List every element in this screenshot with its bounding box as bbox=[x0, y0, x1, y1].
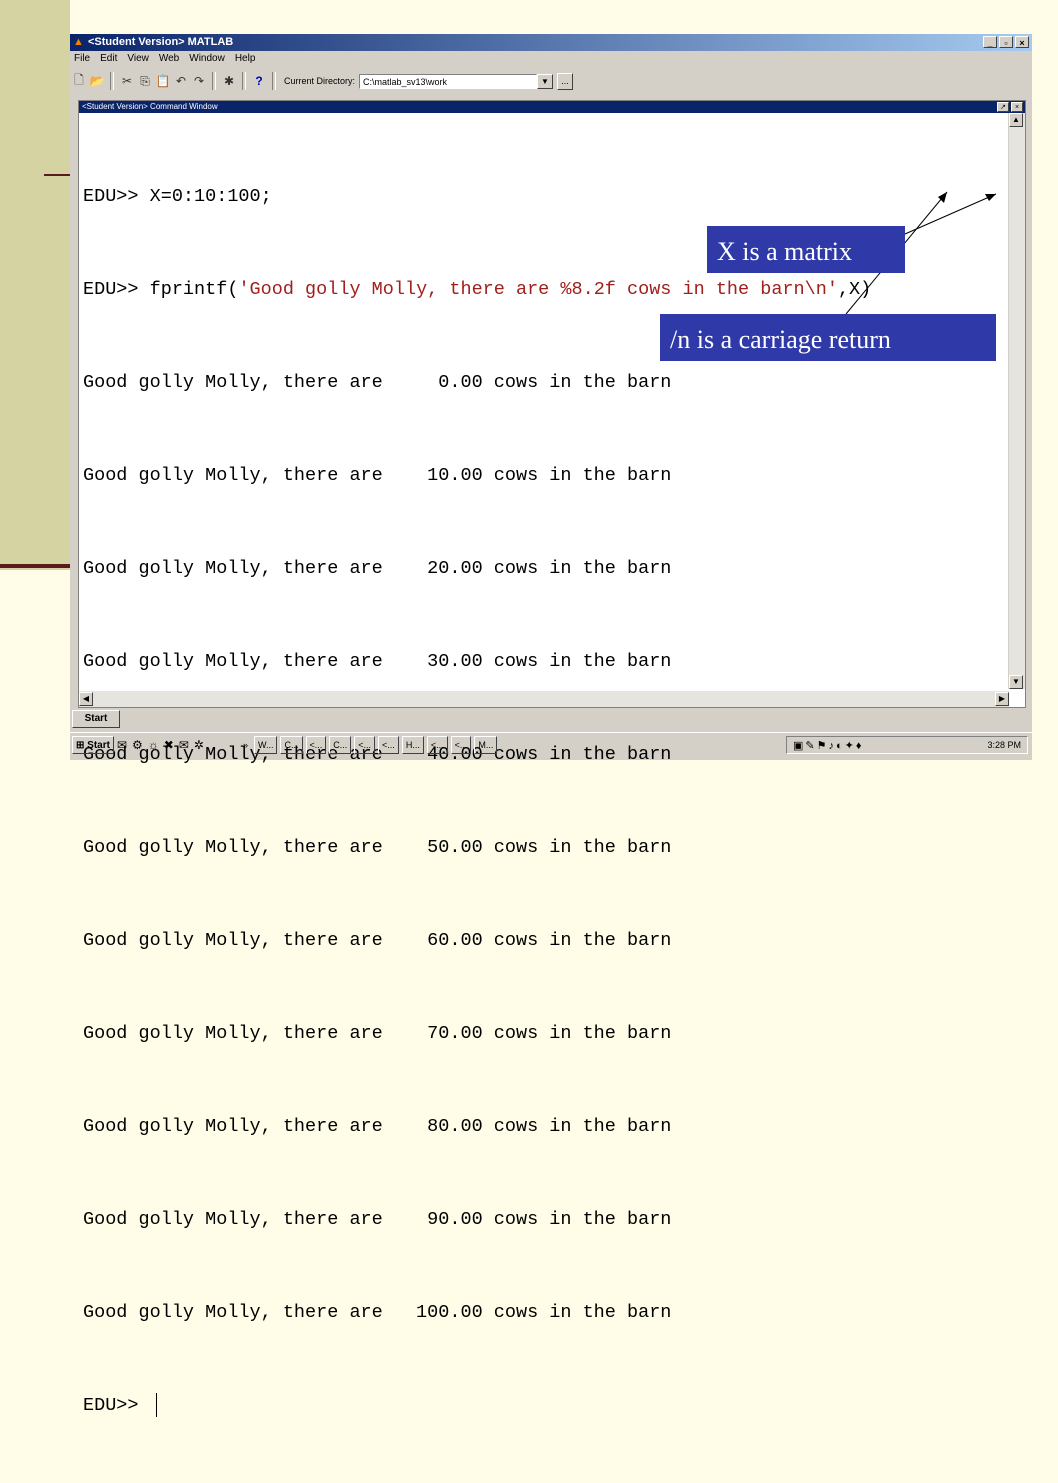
taskbar-item[interactable]: W... bbox=[253, 736, 278, 754]
scroll-down-icon[interactable]: ▼ bbox=[1009, 675, 1023, 689]
toolbar-separator bbox=[110, 72, 114, 90]
decoration-line-bottom bbox=[0, 564, 70, 568]
title-bar: ▲ <Student Version> MATLAB _ ▫ × bbox=[70, 34, 1032, 51]
open-folder-icon[interactable]: 📂 bbox=[88, 72, 106, 90]
menu-window[interactable]: Window bbox=[185, 51, 231, 67]
current-directory-label: Current Directory: bbox=[284, 76, 356, 86]
help-icon[interactable]: ? bbox=[250, 72, 268, 90]
slide-decoration-bar bbox=[0, 0, 70, 570]
toolbar-separator bbox=[272, 72, 276, 90]
new-file-icon[interactable]: 🗋 bbox=[70, 72, 88, 90]
chevron-right-icon[interactable]: » bbox=[243, 740, 248, 750]
vertical-scrollbar[interactable]: ▲ ▼ bbox=[1008, 113, 1025, 689]
annotation-carriage-return: /n is a carriage return bbox=[660, 314, 996, 361]
paste-icon[interactable]: 📋 bbox=[154, 72, 172, 90]
scroll-left-icon[interactable]: ◀ bbox=[79, 692, 93, 706]
taskbar-item[interactable]: H... bbox=[401, 736, 424, 754]
menu-view[interactable]: View bbox=[123, 51, 155, 67]
output-line: Good golly Molly, there are 90.00 cows i… bbox=[83, 1209, 672, 1230]
copy-icon[interactable]: ⎘ bbox=[136, 72, 154, 90]
tray-icons[interactable]: ▣✎⚑♪◐✦♦ bbox=[793, 739, 863, 752]
annotation-x-is-matrix: X is a matrix bbox=[707, 226, 905, 273]
window-title: <Student Version> MATLAB bbox=[88, 36, 234, 48]
browse-directory-button[interactable]: ... bbox=[557, 72, 574, 90]
matlab-start-button[interactable]: Start bbox=[72, 710, 120, 728]
undo-icon[interactable]: ↶ bbox=[172, 72, 190, 90]
taskbar-item[interactable]: C... bbox=[280, 736, 303, 754]
menu-help[interactable]: Help bbox=[231, 51, 262, 67]
command-prompt-text: EDU>> fprintf( bbox=[83, 279, 239, 300]
command-prompt: EDU>> bbox=[83, 1395, 150, 1416]
decoration-line-top bbox=[44, 174, 70, 176]
windows-logo-icon: ⊞ bbox=[76, 739, 88, 751]
menu-edit[interactable]: Edit bbox=[96, 51, 123, 67]
menu-file[interactable]: File bbox=[70, 51, 96, 67]
output-line: Good golly Molly, there are 20.00 cows i… bbox=[83, 558, 672, 579]
quick-launch-icons[interactable]: ✉⚙☼✖✉✲ bbox=[117, 738, 237, 752]
command-line: EDU>> fprintf('Good golly Molly, there a… bbox=[83, 274, 1008, 305]
taskbar-item[interactable]: <... bbox=[426, 736, 448, 754]
command-line: EDU>> X=0:10:100; bbox=[83, 186, 272, 207]
output-line: Good golly Molly, there are 60.00 cows i… bbox=[83, 930, 672, 951]
minimize-button[interactable]: _ bbox=[983, 36, 997, 48]
windows-taskbar: ⊞ Start ✉⚙☼✖✉✲ » W... C... <... C... <..… bbox=[70, 732, 1032, 757]
current-directory-input[interactable]: C:\matlab_sv13\work bbox=[359, 73, 538, 89]
taskbar-item[interactable]: C... bbox=[329, 736, 352, 754]
output-line: Good golly Molly, there are 10.00 cows i… bbox=[83, 465, 672, 486]
simulink-icon[interactable]: ✱ bbox=[220, 72, 238, 90]
restore-button[interactable]: ▫ bbox=[999, 36, 1013, 48]
scroll-up-icon[interactable]: ▲ bbox=[1009, 113, 1023, 127]
menu-web[interactable]: Web bbox=[155, 51, 185, 67]
redo-icon[interactable]: ↷ bbox=[190, 72, 208, 90]
format-string: 'Good golly Molly, there are %8.2f cows … bbox=[238, 279, 838, 300]
undock-icon[interactable]: ↗ bbox=[997, 102, 1009, 112]
chevron-down-icon[interactable]: ▼ bbox=[537, 73, 554, 89]
close-button[interactable]: × bbox=[1015, 36, 1029, 48]
output-line: Good golly Molly, there are 80.00 cows i… bbox=[83, 1116, 672, 1137]
output-line: Good golly Molly, there are 70.00 cows i… bbox=[83, 1023, 672, 1044]
taskbar-item[interactable]: <... bbox=[305, 736, 327, 754]
toolbar-separator bbox=[242, 72, 246, 90]
horizontal-scrollbar[interactable]: ◀ ▶ bbox=[79, 691, 1009, 707]
matlab-window: ▲ <Student Version> MATLAB _ ▫ × File Ed… bbox=[70, 34, 1032, 1418]
system-tray: ▣✎⚑♪◐✦♦ 3:28 PM bbox=[786, 736, 1028, 754]
clock: 3:28 PM bbox=[987, 740, 1021, 750]
menu-bar: File Edit View Web Window Help bbox=[70, 51, 1032, 67]
command-window-title: <Student Version> Command Window bbox=[79, 101, 1025, 113]
matlab-start-bar: Start bbox=[70, 709, 1032, 729]
taskbar-item[interactable]: <... bbox=[354, 736, 376, 754]
windows-start-button[interactable]: ⊞ Start bbox=[72, 736, 114, 754]
close-icon[interactable]: × bbox=[1011, 102, 1023, 112]
toolbar-separator bbox=[212, 72, 216, 90]
output-line: Good golly Molly, there are 0.00 cows in… bbox=[83, 372, 672, 393]
scroll-right-icon[interactable]: ▶ bbox=[995, 692, 1009, 706]
taskbar-item[interactable]: <... bbox=[378, 736, 399, 754]
output-line: Good golly Molly, there are 100.00 cows … bbox=[83, 1302, 672, 1323]
taskbar-item[interactable]: <... bbox=[450, 736, 472, 754]
prompt-line[interactable]: EDU>> bbox=[83, 1390, 1008, 1421]
matlab-logo-icon: ▲ bbox=[73, 36, 84, 48]
output-line: Good golly Molly, there are 50.00 cows i… bbox=[83, 837, 672, 858]
cut-icon[interactable]: ✂ bbox=[118, 72, 136, 90]
output-line: Good golly Molly, there are 30.00 cows i… bbox=[83, 651, 672, 672]
command-window[interactable]: <Student Version> Command Window ↗ × EDU… bbox=[78, 100, 1026, 1418]
command-tail: ,X) bbox=[837, 279, 872, 300]
toolbar: 🗋 📂 ✂ ⎘ 📋 ↶ ↷ ✱ ? Current Directory: C:\… bbox=[70, 68, 1032, 94]
text-cursor bbox=[155, 1393, 157, 1418]
taskbar-item[interactable]: M... bbox=[474, 736, 498, 754]
